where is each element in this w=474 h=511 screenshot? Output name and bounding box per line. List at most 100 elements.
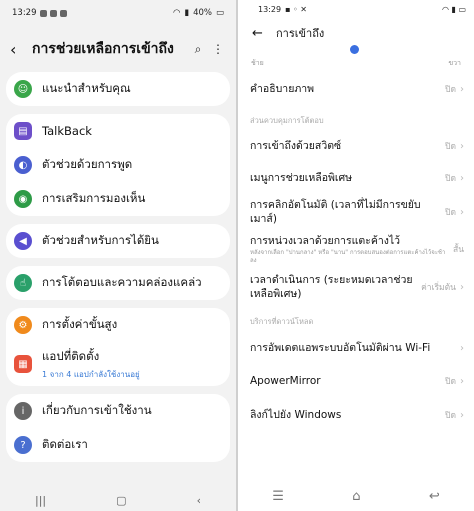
wifi-icon: ◠ [172,8,181,18]
setting-row-switch-access[interactable]: การเข้าถึงด้วยสวิตซ์ ปิด › [238,130,474,162]
row-label: ApowerMirror [250,375,321,387]
item-label: ติดต่อเรา [42,437,88,451]
notification-icon [39,9,47,17]
slider-right-label: ขวา [448,59,461,67]
setting-row-touch-hold-delay[interactable]: การหน่วงเวลาด้วยการแตะค้างไว้ หลังจากเลื… [238,230,474,268]
menu-item-advanced[interactable]: ⚙ การตั้งค่าขั้นสูง [6,308,230,342]
recents-icon[interactable]: ||| [35,494,46,507]
row-value: ปิด [445,411,456,421]
app-bar: ← การเข้าถึง [238,18,474,48]
setting-row-auto-update[interactable]: การอัพเดตแอพระบบอัตโนมัติผ่าน Wi-Fi › [238,332,474,364]
menu-icon[interactable]: ☰ [272,489,284,504]
card-advanced: ⚙ การตั้งค่าขั้นสูง ▦ แอปที่ติดตั้ง 1 จา… [6,308,230,386]
chevron-right-icon: › [460,409,464,421]
battery-icon: ▭ [215,8,224,18]
home-icon[interactable]: ▢ [116,494,126,507]
battery-icon: ◠ ▮ ▭ [441,4,466,14]
samsung-accessibility-screen: 13:29 ◠ ▮ 40% ▭ ‹ การช่วยเหลือการเข้าถึง… [0,0,236,511]
back-arrow-icon[interactable]: ‹ [10,40,32,59]
menu-item-contact[interactable]: ? ติดต่อเรา [6,428,230,462]
menu-item-installed-apps[interactable]: ▦ แอปที่ติดตั้ง 1 จาก 4 แอปกำลังใช้งานอย… [6,342,230,386]
setting-row-auto-click[interactable]: การคลิกอัตโนมัติ (เวลาที่ไม่มีการขยับเมา… [238,194,474,230]
card-interaction: ☝ การโต้ตอบและความคล่องแคล่ว [6,266,230,300]
chevron-right-icon: › [460,140,464,152]
setting-row-accessibility-menu[interactable]: เมนูการช่วยเหลือพิเศษ ปิด › [238,162,474,194]
item-sublabel: 1 จาก 4 แอปกำลังใช้งานอยู่ [42,369,140,379]
item-label: เกี่ยวกับการเข้าใช้งาน [42,403,152,417]
row-value: ปิด [445,142,456,152]
status-bar: 13:29 ◠ ▮ 40% ▭ [0,0,236,26]
item-label: การเสริมการมองเห็น [42,191,146,205]
item-label: การโต้ตอบและความคล่องแคล่ว [42,275,202,289]
status-time: 13:29 [258,4,282,14]
setting-row-apowermirror[interactable]: ApowerMirror ปิด › [238,364,474,398]
facebook-icon [59,9,67,17]
menu-item-about[interactable]: i เกี่ยวกับการเข้าใช้งาน [6,394,230,428]
search-icon[interactable]: ⌕ [188,42,208,57]
balance-slider[interactable] [238,45,474,58]
app-bar: ‹ การช่วยเหลือการเข้าถึง ⌕ ⋮ [0,26,236,72]
hearing-icon: ◀ [14,232,32,250]
row-description: หลังจากเลือก "ปานกลาง" หรือ "นาน" การตอบ… [250,248,446,264]
card-vision: ▤ TalkBack ◐ ตัวช่วยด้วยการพูด ◉ การเสริ… [6,114,230,216]
row-value: ค่าเริ่มต้น [421,283,456,293]
status-time: 13:29 [12,8,37,18]
row-value: สั้น [453,245,464,255]
row-label: ลิงก์ไปยัง Windows [250,409,342,421]
slider-left-label: ช้าย [251,59,264,67]
menu-item-talkback[interactable]: ▤ TalkBack [6,114,230,148]
back-arrow-icon[interactable]: ← [252,26,276,41]
home-icon[interactable]: ⌂ [352,489,360,504]
chevron-right-icon: › [460,172,464,184]
row-label: เมนูการช่วยเหลือพิเศษ [250,172,353,184]
menu-item-hearing[interactable]: ◀ ตัวช่วยสำหรับการได้ยิน [6,224,230,258]
battery-level: 40% [193,8,212,18]
advanced-icon: ⚙ [14,316,32,334]
item-label: การตั้งค่าขั้นสูง [42,317,118,331]
notification-icons: ▪ ◦ ✕ [285,4,307,14]
contact-icon: ? [14,436,32,454]
menu-item-speech[interactable]: ◐ ตัวช่วยด้วยการพูด [6,148,230,182]
item-label: แอปที่ติดตั้ง [42,348,100,363]
row-value: ปิด [445,377,456,387]
row-label: การหน่วงเวลาด้วยการแตะค้างไว้ [250,234,401,247]
chevron-right-icon: › [460,342,464,354]
row-label: การเข้าถึงด้วยสวิตซ์ [250,140,342,152]
setting-row-action-time[interactable]: เวลาดำเนินการ (ระยะหมดเวลาช่วยเหลือพิเศษ… [238,268,474,306]
row-value: ปิด [445,208,456,218]
info-icon: i [14,402,32,420]
menu-item-interaction[interactable]: ☝ การโต้ตอบและความคล่องแคล่ว [6,266,230,300]
slider-labels: ช้าย ขวา [238,58,474,70]
item-label: ตัวช่วยด้วยการพูด [42,157,133,171]
slider-thumb[interactable] [350,45,359,54]
card-about: i เกี่ยวกับการเข้าใช้งาน ? ติดต่อเรา [6,394,230,462]
navigation-bar: ||| ▢ ‹ [0,489,236,511]
setting-row-image-description[interactable]: คำอธิบายภาพ ปิด › [238,70,474,108]
section-header-downloaded: บริการที่ดาวน์โหลด [250,317,314,326]
section-header-interaction: ส่วนควบคุมการโต้ตอบ [250,116,324,125]
talkback-icon: ▤ [14,122,32,140]
touch-icon: ☝ [14,274,32,292]
back-icon[interactable]: ‹ [197,494,201,507]
menu-item-recommended[interactable]: ☺ แนะนำสำหรับคุณ [6,72,230,106]
setting-row-link-to-windows[interactable]: ลิงก์ไปยัง Windows ปิด › [238,398,474,432]
row-label: การคลิกอัตโนมัติ (เวลาที่ไม่มีการขยับเมา… [250,199,421,225]
row-label: คำอธิบายภาพ [250,83,315,95]
page-title: การช่วยเหลือการเข้าถึง [32,41,174,57]
more-options-icon[interactable]: ⋮ [208,42,228,56]
card-recommended: ☺ แนะนำสำหรับคุณ [6,72,230,106]
back-icon[interactable]: ↩ [429,489,440,504]
item-label: ตัวช่วยสำหรับการได้ยิน [42,233,159,247]
gallery-icon [49,9,57,17]
signal-icon: ▮ [184,8,190,18]
row-value: ปิด [445,174,456,184]
speech-icon: ◐ [14,156,32,174]
card-hearing: ◀ ตัวช่วยสำหรับการได้ยิน [6,224,230,258]
person-icon: ☺ [14,80,32,98]
apps-icon: ▦ [14,355,32,373]
chevron-right-icon: › [460,83,464,95]
row-value: ปิด [445,85,456,95]
item-label: TalkBack [42,124,92,138]
chevron-right-icon: › [460,206,464,218]
menu-item-vision[interactable]: ◉ การเสริมการมองเห็น [6,182,230,216]
